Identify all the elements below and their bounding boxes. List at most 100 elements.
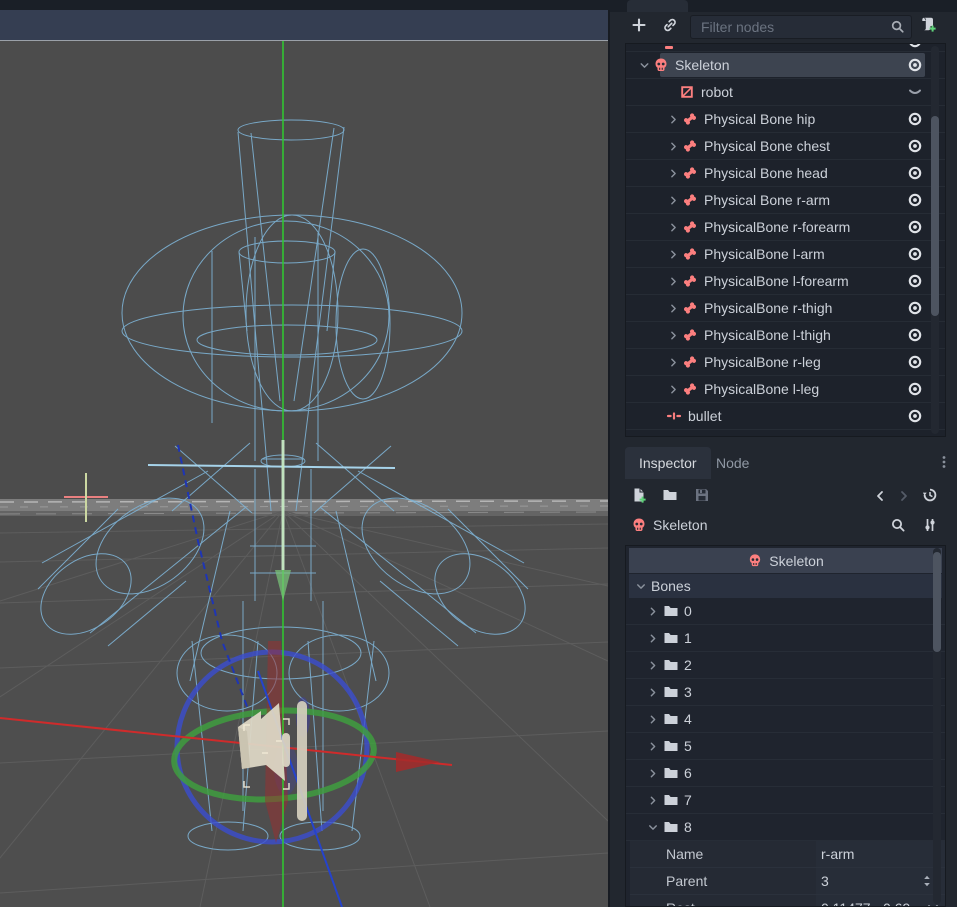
visibility-eye-icon[interactable] — [907, 111, 923, 127]
visibility-hidden-icon[interactable] — [907, 84, 923, 100]
tree-scrollbar[interactable] — [931, 46, 939, 434]
tree-row-physical-bone[interactable]: PhysicalBone r-leg — [626, 349, 945, 376]
category-bones[interactable]: Bones — [629, 574, 942, 598]
property-tools-icon[interactable] — [922, 517, 938, 533]
collapse-arrow-icon[interactable] — [638, 59, 651, 72]
tree-row-physical-bone[interactable]: PhysicalBone l-forearm — [626, 268, 945, 295]
bone-index-label: 3 — [684, 684, 692, 700]
collapse-arrow-icon[interactable] — [635, 578, 648, 594]
visibility-eye-icon[interactable] — [907, 381, 923, 397]
bone-icon — [682, 165, 698, 181]
tab-inspector[interactable]: Inspector — [625, 447, 711, 479]
instance-scene-link-icon[interactable] — [662, 17, 678, 33]
expand-arrow-icon[interactable] — [645, 686, 661, 699]
inspected-object-name: Skeleton — [653, 517, 707, 533]
tree-row-skeleton[interactable]: Skeleton — [626, 52, 945, 79]
visibility-eye-icon[interactable] — [907, 44, 923, 49]
tree-row-physical-bone[interactable]: Physical Bone head — [626, 160, 945, 187]
bone-folder-row-expanded[interactable]: 8 — [626, 814, 945, 841]
visibility-eye-icon[interactable] — [907, 138, 923, 154]
inspector-scrollbar-thumb[interactable] — [933, 552, 941, 652]
tree-row-animationplayer[interactable]: AnimationPlayer — [626, 430, 945, 437]
filter-nodes-input[interactable] — [690, 15, 912, 39]
expand-arrow-icon[interactable] — [667, 383, 680, 396]
dock-menu-dots-icon[interactable] — [936, 454, 952, 470]
tree-row-bullet[interactable]: bullet — [626, 403, 945, 430]
visibility-eye-icon[interactable] — [907, 273, 923, 289]
expand-arrow-icon[interactable] — [667, 275, 680, 288]
object-history-icon[interactable] — [922, 487, 938, 503]
tree-item-label: PhysicalBone l-thigh — [704, 327, 831, 343]
save-resource-icon[interactable] — [694, 487, 710, 503]
position-crosshair-icon — [666, 408, 682, 424]
viewport-3d-scene[interactable] — [0, 41, 608, 907]
expand-arrow-icon[interactable] — [645, 713, 661, 726]
visibility-eye-icon[interactable] — [907, 246, 923, 262]
visibility-eye-icon[interactable] — [907, 300, 923, 316]
attach-script-icon[interactable] — [920, 16, 936, 32]
expand-arrow-icon[interactable] — [667, 329, 680, 342]
add-node-icon[interactable] — [631, 17, 647, 33]
collapse-arrow-icon[interactable] — [647, 819, 660, 835]
tree-row-physical-bone[interactable]: PhysicalBone r-forearm — [626, 214, 945, 241]
tree-row-physical-bone[interactable]: PhysicalBone l-arm — [626, 241, 945, 268]
tree-row-physical-bone[interactable]: PhysicalBone r-thigh — [626, 295, 945, 322]
tree-scrollbar-thumb[interactable] — [931, 116, 939, 316]
bone-folder-row[interactable]: 0 — [626, 598, 945, 625]
history-forward-icon[interactable] — [896, 488, 912, 504]
bone-folder-row[interactable]: 2 — [626, 652, 945, 679]
visibility-eye-icon[interactable] — [907, 219, 923, 235]
tree-row-physical-bone[interactable]: Physical Bone r-arm — [626, 187, 945, 214]
new-resource-icon[interactable] — [631, 487, 647, 503]
visibility-eye-icon[interactable] — [907, 327, 923, 343]
property-row-parent: Parent 3 — [630, 868, 945, 895]
expand-arrow-icon[interactable] — [645, 659, 661, 672]
bone-folder-row[interactable]: 7 — [626, 787, 945, 814]
tree-row-physical-bone[interactable]: PhysicalBone l-thigh — [626, 322, 945, 349]
spatial-viewport[interactable] — [0, 0, 610, 907]
property-value[interactable]: 3 — [816, 868, 945, 894]
expand-arrow-icon[interactable] — [667, 194, 680, 207]
expand-arrow-icon[interactable] — [645, 767, 661, 780]
expand-arrow-icon[interactable] — [667, 221, 680, 234]
bone-folder-row[interactable]: 1 — [626, 625, 945, 652]
visibility-eye-icon[interactable] — [907, 165, 923, 181]
visibility-eye-icon[interactable] — [907, 408, 923, 424]
tree-row-physical-bone[interactable]: Physical Bone hip — [626, 106, 945, 133]
tree-row-physical-bone[interactable]: PhysicalBone l-leg — [626, 376, 945, 403]
tree-row-physical-bone[interactable]: Physical Bone chest — [626, 133, 945, 160]
visibility-eye-icon[interactable] — [907, 192, 923, 208]
load-resource-folder-icon[interactable] — [662, 487, 678, 503]
visibility-eye-icon[interactable] — [907, 354, 923, 370]
expand-arrow-icon[interactable] — [645, 740, 661, 753]
bone-folder-row[interactable]: 3 — [626, 679, 945, 706]
history-back-icon[interactable] — [872, 488, 888, 504]
bone-index-label: 1 — [684, 630, 692, 646]
bone-folder-row[interactable]: 5 — [626, 733, 945, 760]
bone-folder-row[interactable]: 6 — [626, 760, 945, 787]
tree-row-robot[interactable]: robot — [626, 79, 945, 106]
tab-node[interactable]: Node — [702, 447, 763, 479]
expand-arrow-icon[interactable] — [667, 140, 680, 153]
expand-arrow-icon[interactable] — [645, 794, 661, 807]
expand-arrow-icon[interactable] — [667, 356, 680, 369]
expand-arrow-icon[interactable] — [667, 248, 680, 261]
expand-arrow-icon[interactable] — [667, 167, 680, 180]
expand-arrow-icon[interactable] — [667, 113, 680, 126]
property-value[interactable]: 0.11477, -0.69 — [816, 895, 945, 907]
skull-icon — [747, 553, 763, 568]
expand-arrow-icon[interactable] — [645, 632, 661, 645]
bone-folder-row[interactable]: 4 — [626, 706, 945, 733]
inspector-header-label: Skeleton — [769, 553, 823, 569]
inspector-scrollbar[interactable] — [933, 548, 941, 904]
folder-icon — [663, 792, 679, 808]
expand-arrow-icon[interactable] — [667, 302, 680, 315]
property-value[interactable]: r-arm — [816, 841, 945, 867]
tree-item-label: Physical Bone r-arm — [704, 192, 830, 208]
dock-partial-tab[interactable] — [627, 0, 688, 12]
bone-icon — [682, 273, 698, 289]
expand-arrow-icon[interactable] — [645, 605, 661, 618]
bone-index-label: 0 — [684, 603, 692, 619]
visibility-eye-icon[interactable] — [907, 57, 923, 73]
inspector-search-icon[interactable] — [890, 517, 906, 533]
